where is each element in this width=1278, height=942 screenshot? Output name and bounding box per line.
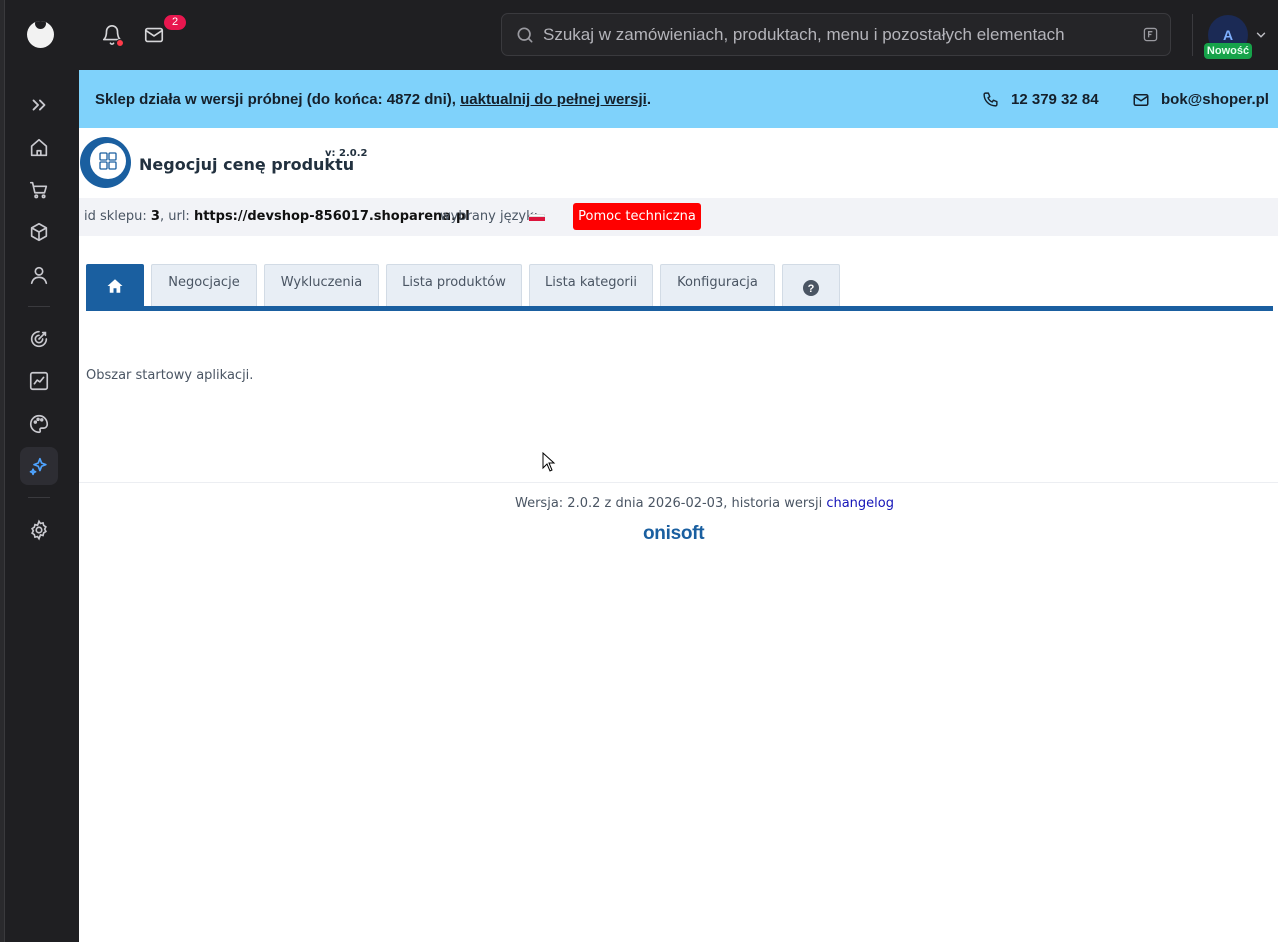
- expand-sidebar-icon[interactable]: [28, 94, 50, 116]
- changelog-link[interactable]: changelog: [826, 496, 894, 511]
- shop-info: id sklepu: 3, url: https://devshop-85601…: [84, 209, 470, 224]
- trial-banner: Sklep działa w wersji próbnej (do końca:…: [79, 70, 1278, 128]
- global-search[interactable]: Szukaj w zamówieniach, produktach, menu …: [501, 13, 1171, 56]
- mail-icon: [1132, 91, 1150, 109]
- app-version: v: 2.0.2: [325, 148, 368, 159]
- app-logo-badge: [90, 143, 126, 179]
- home-icon[interactable]: [28, 137, 50, 159]
- version-text: Wersja: 2.0.2 z dnia 2026-02-03, histori…: [515, 496, 827, 511]
- box-icon[interactable]: [28, 221, 50, 243]
- shop-id: 3: [150, 209, 160, 224]
- tab-home[interactable]: [86, 264, 144, 306]
- tech-support-button[interactable]: Pomoc techniczna: [573, 203, 701, 230]
- trial-message: Sklep działa w wersji próbnej (do końca:…: [95, 91, 651, 108]
- tab-underline: [86, 306, 1273, 311]
- search-icon: [515, 25, 535, 45]
- tab-category-list[interactable]: Lista kategorii: [529, 264, 653, 306]
- notification-dot: [116, 39, 124, 47]
- tab-negotiations[interactable]: Negocjacje: [151, 264, 257, 306]
- phone-icon: [982, 91, 999, 108]
- top-bar: 2 Szukaj w zamówieniach, produktach, men…: [0, 0, 1278, 70]
- shoper-logo[interactable]: [27, 21, 54, 48]
- shop-id-label: id sklepu:: [84, 209, 151, 224]
- mail-count-badge: 2: [164, 15, 186, 30]
- window-edge: [0, 0, 5, 942]
- page-title: Negocjuj cenę produktu: [139, 155, 355, 174]
- polish-flag-icon: [529, 214, 545, 221]
- search-input[interactable]: Szukaj w zamówieniach, produktach, menu …: [543, 25, 1065, 45]
- sidebar-divider: [28, 497, 50, 498]
- sparkles-icon[interactable]: [28, 455, 50, 477]
- upgrade-link[interactable]: uaktualnij do pełnej wersji: [460, 91, 647, 108]
- cart-icon[interactable]: [28, 179, 50, 201]
- app-logo: [80, 137, 131, 188]
- shop-url: https://devshop-856017.shoparena.pl: [193, 209, 470, 224]
- gear-icon[interactable]: [28, 519, 50, 541]
- home-icon: [106, 274, 124, 310]
- chevron-down-icon[interactable]: [1254, 28, 1268, 42]
- shop-info-bar: id sklepu: 3, url: https://devshop-85601…: [79, 198, 1278, 236]
- mouse-cursor-icon: [542, 451, 556, 472]
- svg-text:?: ?: [808, 283, 815, 295]
- version-info: Wersja: 2.0.2 z dnia 2026-02-03, histori…: [515, 496, 894, 511]
- sidebar: [0, 70, 79, 942]
- footer-divider: [79, 482, 1278, 483]
- divider: [1192, 14, 1193, 56]
- language-label: wybrany język:: [440, 209, 538, 224]
- onisoft-logo[interactable]: onisoft: [643, 523, 705, 545]
- start-area-text: Obszar startowy aplikacji.: [86, 368, 254, 383]
- tab-help[interactable]: ?: [782, 264, 840, 306]
- tab-product-list[interactable]: Lista produktów: [386, 264, 522, 306]
- keyboard-shortcut-icon: [1143, 27, 1158, 42]
- url-label: , url:: [159, 209, 194, 224]
- sidebar-divider: [28, 306, 50, 307]
- tab-configuration[interactable]: Konfiguracja: [660, 264, 775, 306]
- new-badge: Nowość: [1204, 43, 1252, 59]
- palette-icon[interactable]: [28, 413, 50, 435]
- support-phone[interactable]: 12 379 32 84: [1011, 91, 1099, 108]
- trial-text: Sklep działa w wersji próbnej (do końca:…: [95, 91, 461, 108]
- tab-exclusions[interactable]: Wykluczenia: [264, 264, 379, 306]
- trial-text-suffix: .: [646, 91, 651, 108]
- user-icon[interactable]: [28, 264, 50, 286]
- support-email[interactable]: bok@shoper.pl: [1161, 91, 1269, 108]
- mail-icon[interactable]: [143, 24, 165, 46]
- chart-icon[interactable]: [28, 370, 50, 392]
- target-icon[interactable]: [28, 328, 50, 350]
